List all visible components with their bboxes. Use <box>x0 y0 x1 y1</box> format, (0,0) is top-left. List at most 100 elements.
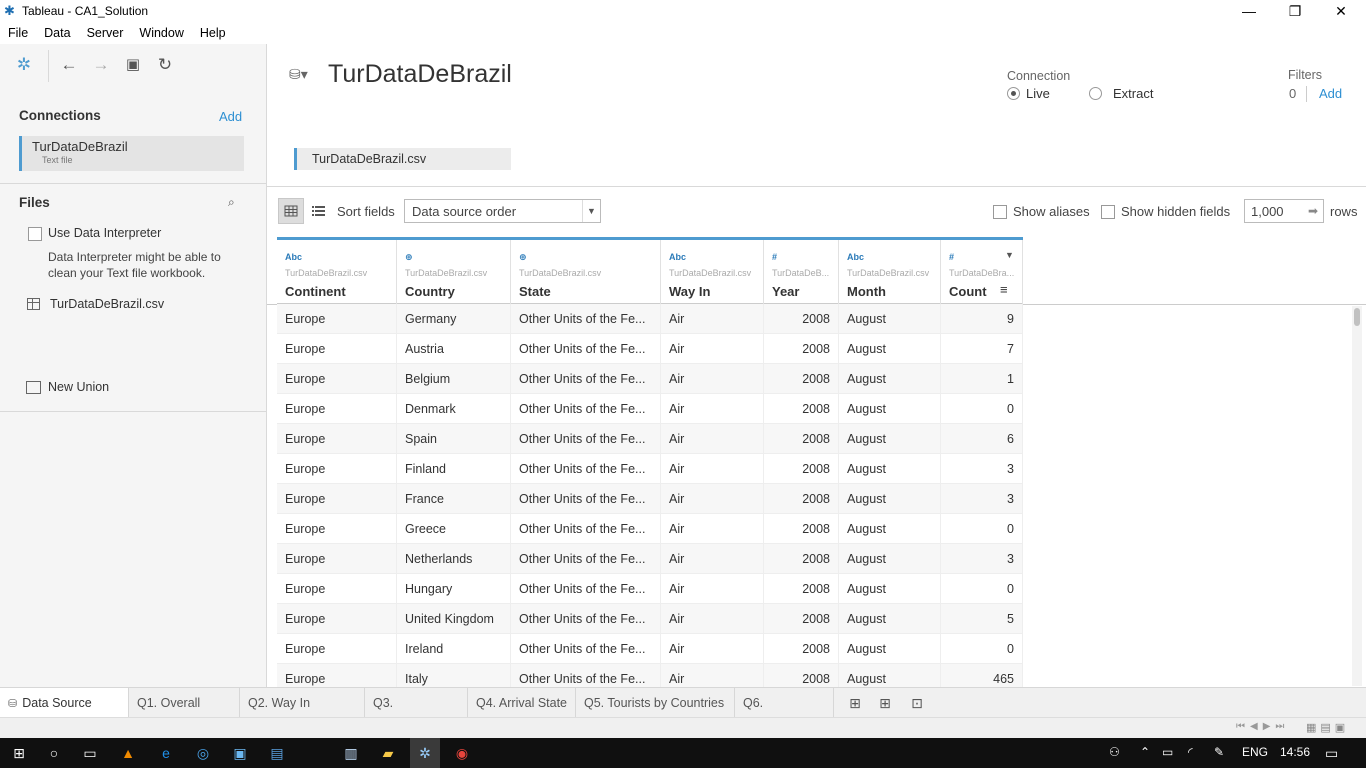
column-name[interactable]: Continent <box>285 284 346 299</box>
clock[interactable]: 14:56 <box>1280 745 1310 759</box>
column-name[interactable]: Way In <box>669 284 710 299</box>
column-name[interactable]: Month <box>847 284 886 299</box>
table-cell: Air <box>661 544 764 574</box>
column-name[interactable]: Year <box>772 284 799 299</box>
new-dashboard-icon[interactable]: ⊞ <box>876 694 894 712</box>
table-cell: Italy <box>397 664 511 687</box>
connection-item[interactable]: TurDataDeBrazil Text file <box>19 136 244 171</box>
sheet-tab[interactable]: Q4. Arrival State <box>468 688 576 718</box>
list-view-icon[interactable] <box>310 202 328 220</box>
menu-help[interactable]: Help <box>192 22 234 44</box>
column-header[interactable]: # TurDataDeBra... Count ▼ ≡ <box>941 240 1023 304</box>
save-icon[interactable]: ▣ <box>122 54 144 76</box>
file-explorer-icon[interactable]: ▰ <box>377 743 399 763</box>
show-hidden-checkbox[interactable] <box>1101 205 1115 219</box>
show-aliases-checkbox[interactable] <box>993 205 1007 219</box>
field-type-icon[interactable]: # <box>772 252 777 262</box>
cortana-icon[interactable]: ○ <box>43 743 65 763</box>
add-connection-link[interactable]: Add <box>219 109 242 124</box>
column-header[interactable]: # TurDataDeB... Year <box>764 240 839 304</box>
column-header[interactable]: ⊕ TurDataDeBrazil.csv State <box>511 240 661 304</box>
column-header[interactable]: Abc TurDataDeBrazil.csv Way In <box>661 240 764 304</box>
column-name[interactable]: Count <box>949 284 987 299</box>
table-row: Europe Germany Other Units of the Fe... Air… <box>277 304 1023 334</box>
app-icon[interactable]: ▤ <box>266 743 288 763</box>
tray-chevron-icon[interactable]: ⌃ <box>1140 745 1150 759</box>
windows-start-icon[interactable]: ⊞ <box>8 743 30 763</box>
sheet-tab[interactable]: Q6. Continents <box>735 688 834 740</box>
table-cell: August <box>839 514 941 544</box>
extract-radio[interactable] <box>1089 87 1102 100</box>
new-story-icon[interactable]: ⊡ <box>908 694 926 712</box>
file-item[interactable]: TurDataDeBrazil.csv <box>50 297 164 311</box>
new-worksheet-icon[interactable]: ⊞ <box>846 694 864 712</box>
use-interpreter-checkbox[interactable] <box>28 227 42 241</box>
sheet-navigation-icons[interactable]: ⏮◀▶⏭ <box>1236 721 1289 732</box>
scrollbar-thumb[interactable] <box>1354 308 1360 326</box>
field-type-icon[interactable]: ⊕ <box>405 252 413 263</box>
store-icon[interactable]: ◎ <box>192 743 214 763</box>
chevron-down-icon[interactable]: ▼ <box>1005 250 1014 260</box>
sheet-view-icons[interactable]: ▦▤▣ <box>1306 721 1349 734</box>
field-type-icon[interactable]: ⊕ <box>519 252 527 263</box>
canvas-table[interactable]: TurDataDeBrazil.csv <box>294 148 511 170</box>
grid-view-icon[interactable] <box>278 198 304 224</box>
column-header[interactable]: Abc TurDataDeBrazil.csv Continent <box>277 240 397 304</box>
sheet-tab[interactable]: Q3. Seasonality <box>365 688 468 740</box>
rows-input[interactable]: 1,000 ➡ <box>1244 199 1324 223</box>
notifications-icon[interactable]: ▭ <box>1325 745 1338 762</box>
table-cell: 2008 <box>764 544 839 574</box>
people-icon[interactable]: ⚇ <box>1109 745 1120 759</box>
table-row: Europe Ireland Other Units of the Fe... Air… <box>277 634 1023 664</box>
new-union-item[interactable]: New Union <box>48 380 109 394</box>
menu-server[interactable]: Server <box>79 22 132 44</box>
field-type-icon[interactable]: Abc <box>669 252 686 262</box>
sheet-tab[interactable]: Q5. Tourists by Countries <box>576 688 735 718</box>
undo-icon[interactable]: ← <box>58 54 80 76</box>
datasource-icon[interactable]: ⛁▾ <box>289 66 311 88</box>
menu-data[interactable]: Data <box>36 22 78 44</box>
menu-file[interactable]: File <box>0 22 36 44</box>
add-filter-link[interactable]: Add <box>1319 86 1342 101</box>
column-name[interactable]: State <box>519 284 551 299</box>
pen-icon[interactable]: ✎ <box>1214 745 1224 759</box>
arrow-right-icon[interactable]: ➡ <box>1308 204 1318 218</box>
sheet-tab[interactable]: Q1. Overall Trend <box>129 688 240 740</box>
notepad-icon[interactable]: ▥ <box>340 743 362 763</box>
sort-icon[interactable]: ≡ <box>1000 282 1008 297</box>
field-type-icon[interactable]: Abc <box>285 252 302 262</box>
menu-window[interactable]: Window <box>131 22 191 44</box>
refresh-icon[interactable]: ↻ <box>154 54 176 76</box>
vertical-scrollbar[interactable] <box>1352 306 1362 686</box>
edge-icon[interactable]: e <box>155 743 177 763</box>
table-cell: Air <box>661 514 764 544</box>
sort-fields-dropdown[interactable]: Data source order ▼ <box>404 199 601 223</box>
redo-icon[interactable]: → <box>90 54 112 76</box>
minimize-button[interactable]: — <box>1226 0 1272 22</box>
field-type-icon[interactable]: # <box>949 252 954 262</box>
datasource-title[interactable]: TurDataDeBrazil <box>328 60 512 89</box>
language-indicator[interactable]: ENG <box>1242 745 1268 759</box>
battery-icon[interactable]: ▭ <box>1162 745 1173 759</box>
remote-desktop-icon[interactable]: ▣ <box>229 743 251 763</box>
close-button[interactable]: ✕ <box>1318 0 1364 22</box>
tableau-home-icon[interactable]: ✲ <box>13 54 35 76</box>
tab-data-source[interactable]: ⛁ Data Source <box>0 688 129 718</box>
live-radio[interactable] <box>1007 87 1020 100</box>
wifi-icon[interactable]: ◜ <box>1188 745 1193 759</box>
task-view-icon[interactable]: ▭ <box>79 743 101 763</box>
column-header[interactable]: Abc TurDataDeBrazil.csv Month <box>839 240 941 304</box>
column-name[interactable]: Country <box>405 284 455 299</box>
maximize-button[interactable]: ❐ <box>1272 0 1318 22</box>
table-row: Europe United Kingdom Other Units of the F… <box>277 604 1023 634</box>
table-cell: August <box>839 574 941 604</box>
table-cell: 5 <box>941 604 1023 634</box>
field-type-icon[interactable]: Abc <box>847 252 864 262</box>
search-icon[interactable]: ⌕ <box>228 195 235 210</box>
column-header[interactable]: ⊕ TurDataDeBrazil.csv Country <box>397 240 511 304</box>
tableau-taskbar-icon[interactable]: ✲ <box>410 738 440 768</box>
vlc-icon[interactable]: ▲ <box>117 743 139 763</box>
chrome-icon[interactable]: ◉ <box>451 743 473 763</box>
table-cell: 2008 <box>764 424 839 454</box>
sheet-tab[interactable]: Q2. Way In Analysis <box>240 688 365 740</box>
